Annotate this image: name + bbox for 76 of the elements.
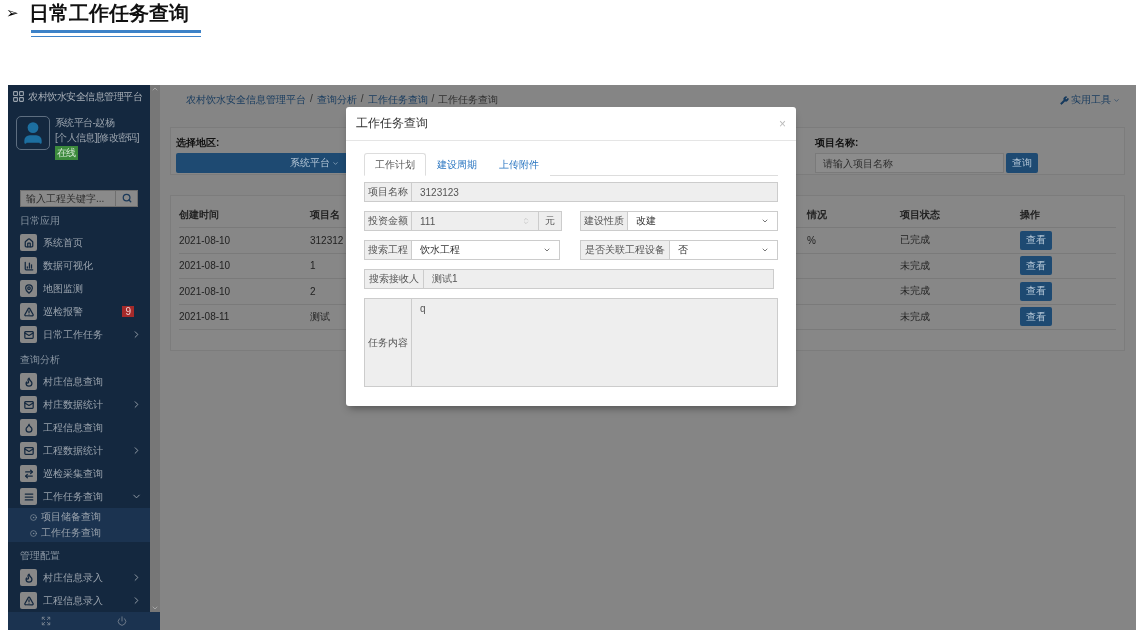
- input-field[interactable]: 3123123: [412, 182, 778, 202]
- table-cell: 未完成: [900, 284, 930, 299]
- menu-item[interactable]: 日常工作任务: [8, 323, 150, 346]
- table-cell: 312312: [310, 234, 344, 246]
- select-field[interactable]: 否: [670, 240, 778, 260]
- breadcrumb-separator: /: [310, 93, 313, 106]
- menu-item[interactable]: 村庄数据统计: [8, 393, 150, 416]
- select-field[interactable]: 饮水工程: [412, 240, 560, 260]
- unit-label: 元: [539, 211, 562, 231]
- status-badge: 在线: [55, 146, 78, 161]
- submenu-item[interactable]: 工作任务查询: [41, 526, 101, 540]
- menu-item[interactable]: 巡检报警 9: [8, 300, 150, 323]
- number-field[interactable]: 111: [412, 211, 539, 231]
- table-cell: 已完成: [900, 233, 930, 248]
- breadcrumb-separator: /: [431, 93, 435, 106]
- breadcrumb-link[interactable]: 查询分析: [316, 93, 357, 107]
- section-title: 日常应用: [19, 213, 61, 228]
- breadcrumb-separator: /: [360, 93, 364, 106]
- table-cell: 未完成: [900, 309, 930, 324]
- menu-item[interactable]: 村庄信息录入: [8, 566, 150, 589]
- column-header: 操作: [1020, 207, 1040, 222]
- column-header: 项目状态: [900, 207, 940, 222]
- textarea-field[interactable]: q: [412, 298, 778, 387]
- menu-item[interactable]: 工作任务查询: [8, 485, 150, 508]
- menu-item[interactable]: 数据可视化: [8, 254, 150, 277]
- section-title: 管理配置: [19, 548, 61, 563]
- table-cell: %: [807, 234, 816, 246]
- user-name: 系统平台-赵杨: [55, 116, 116, 131]
- field-label: 建设性质: [580, 211, 628, 231]
- alert-count: 9: [122, 306, 134, 317]
- app-title: 农村饮水安全信息管理平台: [28, 89, 142, 104]
- section-heading: 日常工作任务查询: [28, 0, 189, 26]
- menu-item[interactable]: 工程信息录入: [8, 589, 150, 612]
- menu-item[interactable]: 工程数据统计: [8, 439, 150, 462]
- menu-item[interactable]: 村庄信息查询: [8, 370, 150, 393]
- search-field[interactable]: 输入工程关键字...: [20, 189, 116, 207]
- table-cell: 2021-08-11: [179, 311, 230, 323]
- menu-item[interactable]: 系统首页: [8, 231, 150, 254]
- table-cell: 1: [310, 260, 316, 272]
- table-cell: 2021-08-10: [179, 285, 231, 297]
- field-label: 项目名称:: [815, 136, 860, 150]
- profile-link[interactable]: [个人信息]: [55, 131, 97, 146]
- field-label: 是否关联工程设备: [580, 240, 670, 260]
- input-field[interactable]: 测试1: [424, 269, 774, 289]
- view-button[interactable]: 查看: [1020, 307, 1052, 327]
- breadcrumb-link[interactable]: 农村饮水安全信息管理平台: [186, 93, 306, 107]
- table-cell: 未完成: [900, 258, 930, 273]
- view-button[interactable]: 查看: [1020, 281, 1052, 301]
- select-field[interactable]: 改建: [628, 211, 778, 231]
- field-label: 任务内容: [364, 298, 412, 387]
- section-title: 查询分析: [19, 352, 61, 367]
- field-label: 选择地区:: [176, 136, 221, 150]
- column-header: 项目名: [310, 207, 340, 222]
- menu-item[interactable]: 巡检采集查询: [8, 462, 150, 485]
- field-label: 搜索工程: [364, 240, 412, 260]
- field-label: 项目名称: [364, 182, 412, 202]
- dialog-title: 工作任务查询: [356, 115, 428, 132]
- arrow-marker: ➢: [6, 4, 19, 22]
- field-label: 搜索接收人: [364, 269, 424, 289]
- field-label: 投资金额: [364, 211, 412, 231]
- menu-item[interactable]: 工程信息查询: [8, 416, 150, 439]
- table-cell: 2021-08-10: [179, 234, 231, 246]
- table-cell: 2: [310, 285, 316, 297]
- table-cell: 2021-08-10: [179, 260, 231, 272]
- view-button[interactable]: 查看: [1020, 256, 1052, 276]
- column-header: 情况: [807, 207, 827, 222]
- view-button[interactable]: 查看: [1020, 230, 1052, 250]
- tools-menu[interactable]: 实用工具: [1060, 93, 1120, 107]
- project-name-field[interactable]: 请输入项目名称: [815, 153, 1004, 173]
- menu-item[interactable]: 地图监测: [8, 277, 150, 300]
- table-cell: 测试: [310, 309, 330, 324]
- column-header: 创建时间: [179, 207, 219, 222]
- tab[interactable]: 工作计划: [364, 153, 426, 176]
- breadcrumb-link[interactable]: 工作任务查询: [367, 93, 428, 107]
- submenu-item[interactable]: 项目储备查询: [41, 510, 101, 524]
- search-button[interactable]: 查询: [1006, 153, 1038, 173]
